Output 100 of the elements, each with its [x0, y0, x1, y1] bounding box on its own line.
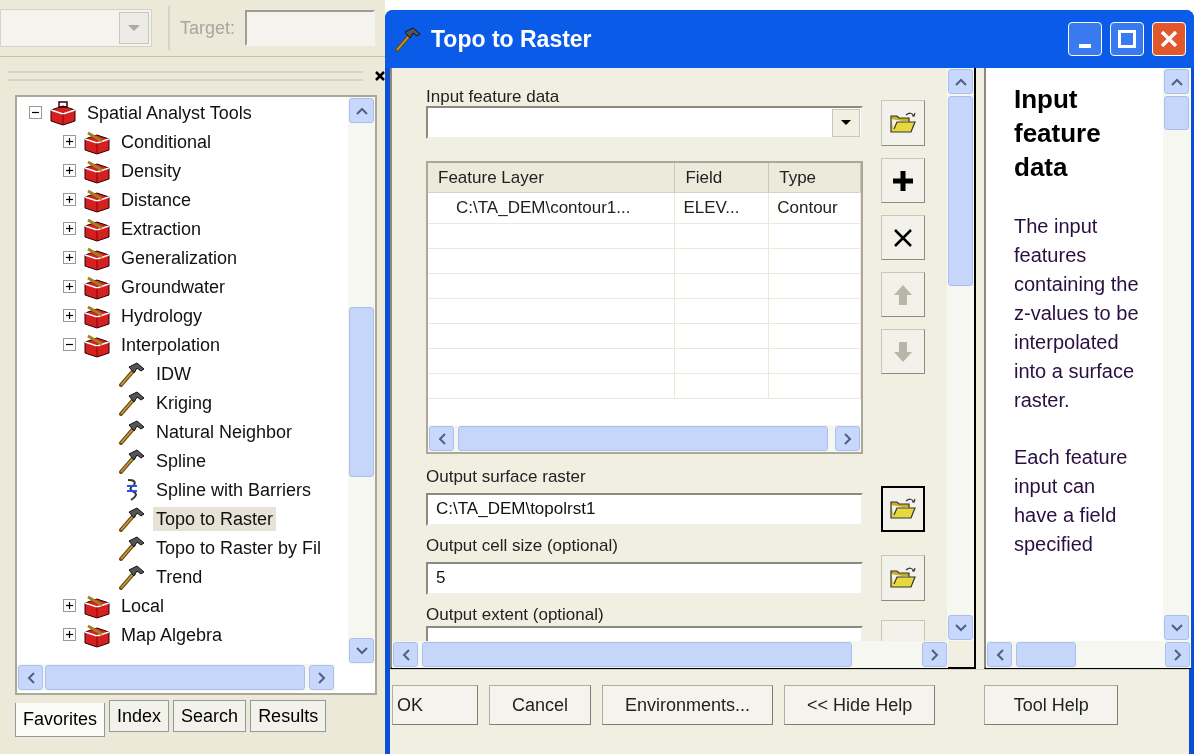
scroll-up-icon[interactable] — [355, 106, 368, 115]
tree-item[interactable]: Topo to Raster — [153, 506, 277, 531]
hammer-icon — [117, 447, 147, 474]
dialog-button[interactable]: OK — [392, 685, 478, 725]
hammer-icon — [393, 26, 423, 52]
scroll-thumb[interactable] — [1164, 96, 1189, 130]
plus-icon — [891, 168, 915, 193]
tree-item[interactable]: IDW — [153, 361, 194, 386]
scroll-right-icon[interactable] — [1173, 648, 1182, 661]
hammer-icon — [117, 505, 147, 532]
close-icon — [892, 226, 914, 249]
field-label: Output surface raster — [426, 466, 587, 488]
minimize-icon — [1079, 44, 1091, 48]
scroll-left-icon[interactable] — [437, 432, 446, 445]
collapse-icon[interactable] — [29, 106, 42, 119]
collapse-icon[interactable] — [63, 338, 76, 351]
scroll-left-icon[interactable] — [401, 648, 410, 661]
hammer-icon — [117, 563, 147, 590]
minimize-button[interactable] — [1068, 22, 1102, 56]
tree-item[interactable]: Density — [118, 158, 185, 183]
tree-item[interactable]: Hydrology — [118, 303, 206, 328]
horizontal-scrollbar[interactable] — [17, 664, 335, 691]
browse-button[interactable] — [881, 486, 925, 532]
tree-item[interactable]: Spatial Analyst Tools — [84, 100, 255, 125]
tree-item[interactable]: Map Algebra — [118, 622, 226, 647]
dropdown-icon[interactable] — [832, 108, 860, 137]
horizontal-scrollbar[interactable] — [392, 641, 948, 668]
expand-icon[interactable] — [63, 280, 76, 293]
scroll-down-icon[interactable] — [355, 646, 368, 655]
panel-tab[interactable]: Index — [109, 700, 170, 732]
scroll-down-icon[interactable] — [954, 623, 967, 632]
tree-item[interactable]: Kriging — [153, 390, 216, 415]
expand-icon[interactable] — [63, 628, 76, 641]
table-cell: C:\TA_DEM\contour1... — [428, 193, 676, 223]
field-label: Output extent (optional) — [426, 604, 605, 626]
input-combo[interactable] — [426, 106, 863, 139]
scroll-left-icon[interactable] — [26, 671, 35, 684]
expand-icon[interactable] — [63, 222, 76, 235]
horizontal-scrollbar[interactable] — [986, 641, 1191, 668]
field-label: Input feature data — [426, 86, 561, 108]
tree-item[interactable]: Generalization — [118, 245, 241, 270]
panel-tab[interactable]: Results — [250, 700, 327, 732]
scroll-right-icon[interactable] — [843, 432, 852, 445]
dialog-button[interactable]: Environments... — [602, 685, 774, 725]
scroll-thumb[interactable] — [948, 96, 973, 286]
tree-item[interactable]: Groundwater — [118, 274, 229, 299]
folder-icon — [889, 497, 917, 521]
remove-row-button[interactable] — [881, 215, 925, 260]
scroll-thumb[interactable] — [349, 307, 374, 477]
tree-item[interactable]: Conditional — [118, 129, 215, 154]
scroll-left-icon[interactable] — [995, 648, 1004, 661]
tree-item[interactable]: Topo to Raster by Fil — [153, 535, 325, 560]
close-button[interactable] — [1152, 22, 1186, 56]
tree-item[interactable]: Interpolation — [118, 332, 224, 357]
folder-icon — [889, 111, 917, 135]
column-header[interactable]: Field — [675, 163, 770, 192]
horizontal-scrollbar[interactable] — [428, 425, 861, 452]
vertical-scrollbar[interactable] — [947, 68, 974, 641]
maximize-button[interactable] — [1110, 22, 1144, 56]
dialog-button[interactable]: << Hide Help — [784, 685, 936, 725]
add-row-button[interactable] — [881, 158, 925, 203]
scroll-right-icon[interactable] — [930, 648, 939, 661]
expand-icon[interactable] — [63, 193, 76, 206]
tree-item[interactable]: Trend — [153, 564, 206, 589]
tree-item[interactable]: Natural Neighbor — [153, 419, 296, 444]
dialog-button[interactable]: Cancel — [489, 685, 592, 725]
tree-item[interactable]: Distance — [118, 187, 195, 212]
scroll-right-icon[interactable] — [317, 671, 326, 684]
text-field[interactable]: 5 — [426, 561, 863, 595]
expand-icon[interactable] — [63, 135, 76, 148]
scroll-up-icon[interactable] — [954, 77, 967, 86]
expand-icon[interactable] — [63, 599, 76, 612]
tree-item[interactable]: Local — [118, 593, 168, 618]
vertical-scrollbar[interactable] — [1163, 68, 1190, 641]
scroll-thumb[interactable] — [1016, 642, 1076, 667]
scroll-thumb[interactable] — [45, 665, 305, 690]
tree-item[interactable]: Extraction — [118, 216, 205, 241]
target-field[interactable] — [245, 10, 376, 46]
scroll-thumb[interactable] — [422, 642, 852, 667]
target-label: Target: — [180, 16, 236, 40]
tree-item[interactable]: Spline — [153, 448, 210, 473]
tool-help-button[interactable]: Tool Help — [984, 685, 1119, 725]
expand-icon[interactable] — [63, 164, 76, 177]
panel-tab[interactable]: Favorites — [15, 703, 106, 737]
close-icon[interactable] — [375, 71, 385, 81]
scroll-up-icon[interactable] — [1170, 77, 1183, 86]
expand-icon[interactable] — [63, 309, 76, 322]
panel-tab[interactable]: Search — [173, 700, 247, 732]
scroll-thumb[interactable] — [458, 426, 828, 451]
help-text: Each feature input can have a field specified — [1014, 445, 1129, 557]
text-field[interactable]: C:\TA_DEM\topolrst1 — [426, 492, 863, 526]
maximize-icon — [1118, 30, 1136, 48]
tree-item[interactable]: Spline with Barriers — [153, 477, 315, 502]
folder-icon — [889, 566, 917, 590]
hammer-icon — [117, 534, 147, 561]
vertical-scrollbar[interactable] — [348, 97, 375, 664]
column-header[interactable]: Type — [769, 163, 861, 192]
column-header[interactable]: Feature Layer — [428, 163, 676, 192]
expand-icon[interactable] — [63, 251, 76, 264]
scroll-down-icon[interactable] — [1170, 623, 1183, 632]
